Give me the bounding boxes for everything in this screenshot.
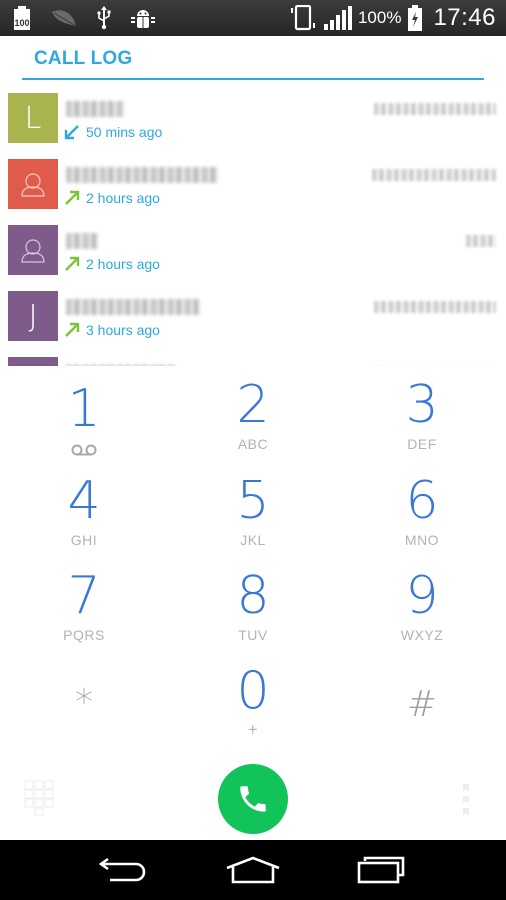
back-button[interactable] [89,850,159,890]
key-digit: 3 [405,375,439,435]
key-5[interactable]: 5 JKL [169,470,337,566]
outgoing-call-arrow-icon [65,322,80,337]
key-letters: TUV [238,627,268,643]
key-letters: ABC [237,436,269,452]
battery-percent: 100% [357,8,402,27]
outgoing-call-arrow-icon [65,256,80,271]
voicemail-icon [71,444,97,456]
key-2[interactable]: 2 ABC [169,374,337,470]
call-log-item[interactable] [0,352,506,366]
recents-button[interactable] [347,850,417,890]
avatar[interactable]: J [8,291,58,341]
contact-name-blurred [66,167,218,183]
battery-100-notification-icon: 100 [12,6,32,30]
phone-number-blurred [466,235,496,247]
leaf-icon [50,8,78,28]
call-log-list[interactable]: L 50 mins ago 2 hours ago 2 hours ago J … [0,82,506,366]
home-button[interactable] [218,850,288,890]
avatar[interactable] [8,159,58,209]
key-digit: 4 [67,471,101,531]
dialpad-toggle-button[interactable] [24,780,54,816]
key-digit: * [75,682,93,723]
key-letters: + [247,720,259,739]
contact-name-blurred [66,101,124,117]
key-9[interactable]: 9 WXYZ [338,565,506,661]
call-log-item[interactable]: L 50 mins ago [0,88,506,154]
person-icon [21,173,45,197]
phone-number-blurred [374,301,496,313]
call-log-item[interactable]: 2 hours ago [0,154,506,220]
call-time: 2 hours ago [86,190,160,206]
notification-icons: 100 [0,0,156,36]
overflow-menu-button[interactable] [461,784,471,814]
vibrate-icon [290,5,318,31]
phone-number-blurred [374,103,496,115]
battery-charging-icon [407,5,423,31]
call-meta: 2 hours ago [64,190,160,206]
call-meta: 50 mins ago [64,124,162,140]
contact-name-blurred [66,365,176,366]
key-8[interactable]: 8 TUV [169,565,337,661]
more-vert-icon [463,784,469,790]
key-digit: 5 [236,471,270,531]
key-digit: 2 [236,375,270,435]
avatar-letter: L [24,100,42,136]
clock: 17:46 [433,4,496,31]
key-digit: 8 [236,566,270,626]
key-3[interactable]: 3 DEF [338,374,506,470]
call-meta: 2 hours ago [64,256,160,272]
navigation-bar [0,840,506,900]
incoming-call-arrow-icon [64,125,79,140]
call-button[interactable] [218,764,288,834]
key-digit: 7 [67,566,101,626]
phone-number-blurred [372,169,496,181]
dialpad: 1 2 ABC 3 DEF 4 GHI 5 JKL 6 MNO 7 PQRS 8… [0,372,506,762]
call-log-item[interactable]: 2 hours ago [0,220,506,286]
call-time: 50 mins ago [86,124,163,140]
avatar[interactable] [8,357,58,366]
avatar[interactable] [8,225,58,275]
key-letters: WXYZ [400,627,444,643]
key-digit: 9 [405,566,439,626]
key-letters: MNO [404,532,440,548]
back-icon [99,857,146,882]
android-debug-icon [130,7,156,29]
key-letters: PQRS [63,627,105,643]
recents-icon [357,856,404,884]
key-6[interactable]: 6 MNO [338,470,506,566]
svg-text:100: 100 [14,18,29,28]
call-log-item[interactable]: J 3 hours ago [0,286,506,352]
status-bar: 100 100% 17:46 [0,0,506,36]
call-meta: 3 hours ago [64,322,160,338]
key-7[interactable]: 7 PQRS [0,565,168,661]
key-digit: 6 [405,471,439,531]
key-4[interactable]: 4 GHI [0,470,168,566]
signal-icon [323,6,352,30]
contact-name-blurred [66,299,200,315]
key-digit: # [406,684,438,725]
usb-icon [96,6,112,30]
key-0[interactable]: 0 + [169,660,337,756]
key-star[interactable]: * [0,662,168,758]
contact-name-blurred [66,233,98,249]
key-digit: 1 [67,379,101,439]
call-log-header: CALL LOG [22,36,484,80]
avatar[interactable]: L [8,93,58,143]
dialpad-icon [24,780,54,816]
page-title[interactable]: CALL LOG [34,48,132,70]
outgoing-call-arrow-icon [65,190,80,205]
key-digit: 0 [236,661,270,721]
person-icon [21,239,45,263]
avatar-letter: J [28,298,38,334]
call-time: 3 hours ago [86,322,160,338]
key-letters: GHI [70,532,98,548]
key-1[interactable]: 1 [0,378,168,474]
key-letters: JKL [240,532,266,548]
system-status: 100% 17:46 [290,0,506,36]
call-time: 2 hours ago [86,256,160,272]
phone-icon [240,786,266,812]
key-letters: DEF [407,436,437,452]
home-icon [226,856,280,884]
key-hash[interactable]: # [338,664,506,760]
